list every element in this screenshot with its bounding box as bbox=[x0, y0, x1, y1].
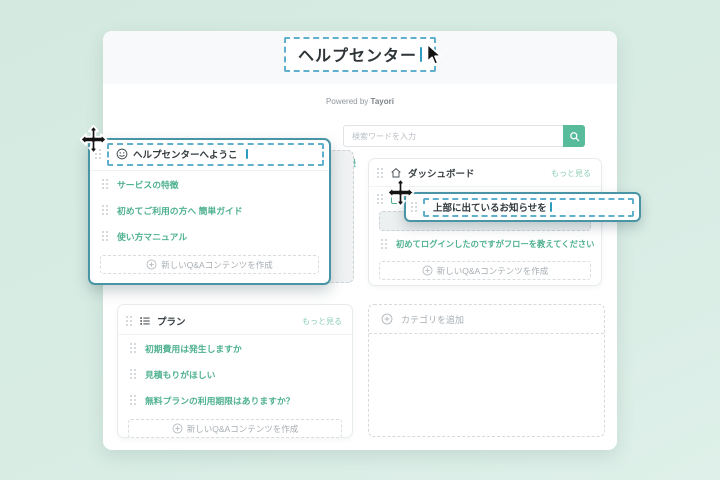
qa-item[interactable]: 見積もりがほしい bbox=[118, 361, 352, 387]
text-caret bbox=[550, 202, 552, 212]
drag-handle-icon[interactable] bbox=[130, 395, 137, 406]
qa-link[interactable]: 無料プランの利用期限はありますか？ bbox=[145, 394, 295, 407]
drag-handle-icon[interactable] bbox=[381, 239, 388, 250]
welcome-panel-header: ヘルプセンターへようこ bbox=[90, 140, 329, 171]
home-icon bbox=[390, 167, 402, 179]
dashboard-panel-header: ダッシュボード もっと見る bbox=[369, 159, 601, 187]
drag-handle-icon[interactable] bbox=[102, 231, 109, 242]
panel-title: ダッシュボード bbox=[408, 166, 475, 180]
search-button[interactable] bbox=[563, 125, 585, 147]
smiley-icon bbox=[116, 148, 128, 160]
help-center-editor: ヘルプセンター Powered by Tayori #登録 #セキュリティ #新… bbox=[0, 0, 720, 480]
category-title-editbox[interactable]: ヘルプセンターへようこ bbox=[107, 143, 324, 166]
qa-link[interactable]: 使い方マニュアル bbox=[117, 230, 187, 243]
powered-by: Powered by Tayori bbox=[103, 97, 617, 106]
brand-name: Tayori bbox=[371, 97, 394, 106]
page-title: ヘルプセンター bbox=[298, 42, 417, 66]
add-category-area[interactable]: カテゴリを追加 bbox=[368, 304, 605, 437]
drag-handle-icon[interactable] bbox=[102, 205, 109, 216]
text-caret bbox=[246, 149, 248, 159]
drag-handle-icon[interactable] bbox=[95, 149, 102, 160]
qa-item[interactable]: サービスの特徴 bbox=[90, 171, 329, 197]
drag-handle-icon[interactable] bbox=[377, 194, 384, 205]
see-more-link[interactable]: もっと見る bbox=[551, 168, 591, 179]
add-qa-button[interactable]: 新しいQ&Aコンテンツを作成 bbox=[100, 255, 319, 274]
qa-item[interactable]: 使い方マニュアル bbox=[90, 223, 329, 249]
site-title-editbox[interactable]: ヘルプセンター bbox=[284, 37, 436, 72]
text-caret bbox=[420, 47, 422, 62]
qa-link[interactable]: 初めてご利用の方へ 簡単ガイド bbox=[117, 204, 243, 217]
search-input[interactable] bbox=[343, 125, 563, 147]
category-panel-dashboard[interactable]: ダッシュボード もっと見る 初めてログインしたのですがフローを教えてください 新… bbox=[368, 158, 602, 286]
plus-circle-icon bbox=[146, 259, 157, 270]
drag-handle-icon[interactable] bbox=[377, 168, 384, 179]
dragged-qa-item[interactable]: 上部に出ているお知らせを bbox=[404, 192, 641, 222]
category-title: ヘルプセンターへようこ bbox=[133, 147, 238, 161]
qa-title-editbox[interactable]: 上部に出ているお知らせを bbox=[423, 198, 634, 217]
category-panel-welcome[interactable]: ヘルプセンターへようこ サービスの特徴 初めてご利用の方へ 簡単ガイド 使い方マ… bbox=[88, 138, 331, 285]
add-qa-button[interactable]: 新しいQ&Aコンテンツを作成 bbox=[379, 261, 591, 280]
qa-item[interactable]: 初期費用は発生しますか bbox=[118, 335, 352, 361]
hidden-item-fragment bbox=[391, 195, 400, 204]
panel-title: プラン bbox=[157, 314, 186, 328]
qa-item[interactable]: 初めてログインしたのですがフローを教えてください bbox=[369, 231, 601, 256]
see-more-link[interactable]: もっと見る bbox=[302, 316, 342, 327]
qa-link[interactable]: 初期費用は発生しますか bbox=[145, 342, 242, 355]
plus-circle-icon bbox=[422, 265, 433, 276]
qa-link[interactable]: 見積もりがほしい bbox=[145, 368, 215, 381]
add-qa-button[interactable]: 新しいQ&Aコンテンツを作成 bbox=[128, 419, 342, 438]
plan-panel-header: プラン もっと見る bbox=[118, 305, 352, 335]
qa-link[interactable]: 初めてログインしたのですがフローを教えてください bbox=[396, 238, 594, 250]
category-panel-plan[interactable]: プラン もっと見る 初期費用は発生しますか 見積もりがほしい 無料プランの利用期… bbox=[117, 304, 353, 438]
drag-handle-icon[interactable] bbox=[411, 202, 418, 213]
drag-handle-icon[interactable] bbox=[126, 316, 133, 327]
qa-item[interactable]: 初めてご利用の方へ 簡単ガイド bbox=[90, 197, 329, 223]
list-icon bbox=[139, 315, 151, 327]
drag-handle-icon[interactable] bbox=[130, 369, 137, 380]
qa-item[interactable]: 無料プランの利用期限はありますか？ bbox=[118, 387, 352, 413]
add-category-button[interactable]: カテゴリを追加 bbox=[369, 305, 604, 334]
search-icon bbox=[569, 131, 580, 142]
search-bar bbox=[343, 125, 585, 147]
plus-circle-icon bbox=[172, 423, 183, 434]
drag-handle-icon[interactable] bbox=[102, 179, 109, 190]
plus-circle-icon bbox=[381, 313, 393, 325]
qa-link[interactable]: サービスの特徴 bbox=[117, 178, 179, 191]
drag-handle-icon[interactable] bbox=[130, 343, 137, 354]
